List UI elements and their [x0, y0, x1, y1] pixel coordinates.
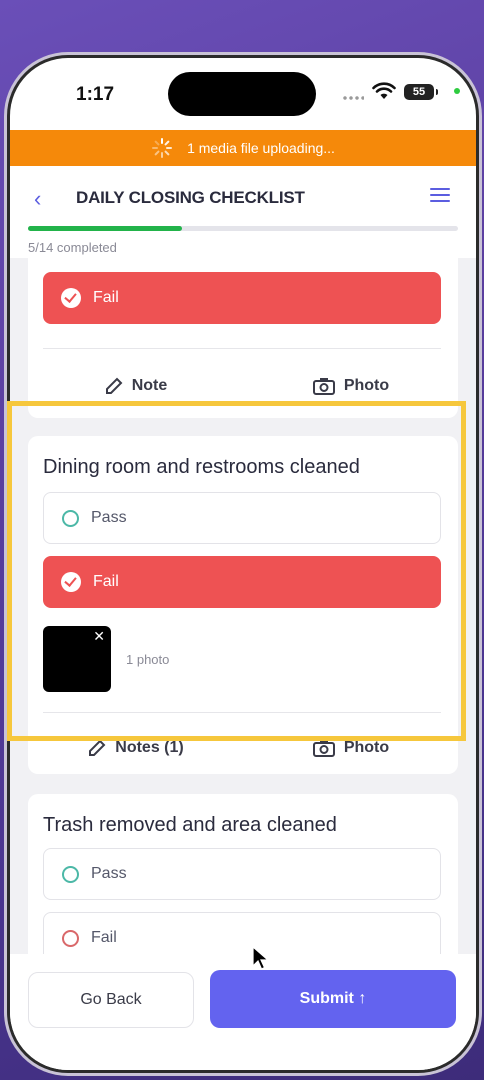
photo-label: Photo — [343, 377, 390, 394]
notes-button[interactable]: Notes (1) — [28, 732, 243, 764]
photo-thumbnail[interactable]: ✕ — [43, 626, 111, 692]
photo-count: 1 photo — [126, 652, 170, 667]
back-chevron-icon[interactable]: ‹ — [34, 186, 41, 212]
note-button[interactable]: Note — [28, 370, 243, 402]
page-header: ‹ DAILY CLOSING CHECKLIST — [10, 166, 476, 228]
mouse-cursor-icon — [252, 946, 270, 970]
pass-option[interactable]: Pass — [43, 492, 441, 544]
divider — [43, 712, 441, 713]
fail-option-selected[interactable]: Fail — [43, 272, 441, 324]
phone-screen: 1:17 55 1 media file uploading... ‹ DAIL… — [10, 58, 476, 1070]
check-circle-icon — [61, 288, 81, 308]
page-title: DAILY CLOSING CHECKLIST — [76, 188, 305, 207]
option-label: Pass — [91, 865, 127, 882]
camera-icon — [312, 740, 335, 757]
camera-icon — [312, 378, 335, 395]
footer-bar: Go Back Submit ↑ — [10, 954, 476, 1070]
photo-label: Photo — [343, 739, 390, 756]
progress-text: 5/14 completed — [28, 240, 117, 255]
pass-option[interactable]: Pass — [43, 848, 441, 900]
upload-banner: 1 media file uploading... — [10, 130, 476, 166]
fail-option-selected[interactable]: Fail — [43, 556, 441, 608]
checklist-card-dining: Dining room and restrooms cleaned Pass F… — [28, 436, 458, 774]
option-label: Fail — [91, 929, 117, 946]
privacy-indicator — [454, 88, 460, 94]
battery-icon: 55 — [404, 84, 438, 100]
checklist-scroll-area[interactable]: Fail Note Photo Dining room and restroom… — [10, 258, 476, 954]
edit-note-icon — [89, 739, 106, 756]
upload-banner-text: 1 media file uploading... — [187, 140, 335, 156]
wifi-icon — [372, 82, 396, 99]
status-bar: 1:17 55 — [10, 58, 476, 130]
fail-option[interactable]: Fail — [43, 912, 441, 954]
remove-photo-icon[interactable]: ✕ — [93, 628, 105, 645]
radio-icon — [62, 509, 79, 527]
spinner-icon — [151, 137, 173, 159]
note-label: Note — [131, 377, 168, 394]
checklist-card: Fail Note Photo — [28, 258, 458, 418]
notes-label: Notes (1) — [115, 739, 184, 756]
submit-button[interactable]: Submit ↑ — [210, 970, 456, 1028]
photo-button[interactable]: Photo — [243, 370, 458, 402]
radio-icon — [62, 929, 79, 947]
status-time: 1:17 — [76, 84, 115, 105]
progress-fill — [28, 226, 182, 231]
question-title: Trash removed and area cleaned — [43, 814, 337, 836]
option-label: Pass — [91, 509, 127, 526]
card-actions: Note Photo — [28, 370, 458, 402]
checklist-card-trash: Trash removed and area cleaned Pass Fail — [28, 794, 458, 954]
progress-bar — [28, 226, 458, 231]
card-actions: Notes (1) Photo — [28, 732, 458, 764]
option-label: Fail — [93, 289, 119, 306]
divider — [43, 348, 441, 349]
photo-button[interactable]: Photo — [243, 732, 458, 764]
go-back-button[interactable]: Go Back — [28, 972, 194, 1028]
signal-dots-icon — [342, 96, 364, 100]
radio-icon — [62, 865, 79, 883]
option-label: Fail — [93, 573, 119, 590]
edit-note-icon — [105, 377, 123, 394]
list-menu-icon[interactable] — [430, 188, 450, 206]
check-circle-icon — [61, 572, 81, 592]
dynamic-island — [168, 72, 316, 116]
question-title: Dining room and restrooms cleaned — [43, 456, 360, 478]
